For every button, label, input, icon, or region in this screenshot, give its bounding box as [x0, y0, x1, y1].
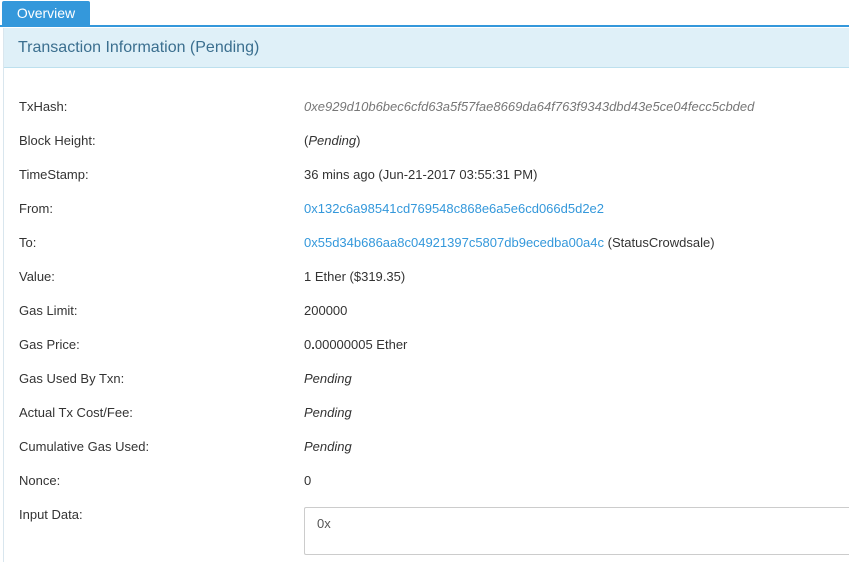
to-label: To:: [19, 235, 37, 250]
value-label: Value:: [19, 269, 55, 284]
tx-cost-value: Pending: [304, 405, 352, 420]
row-txhash: TxHash: 0xe929d10b6bec6cfd63a5f57fae8669…: [4, 98, 849, 132]
block-height-close-paren: ): [356, 133, 361, 148]
gas-used-value: Pending: [304, 371, 352, 386]
nonce-label: Nonce:: [19, 473, 61, 488]
tab-bar: Overview: [0, 0, 849, 27]
row-gas-limit: Gas Limit: 200000: [4, 302, 849, 336]
row-cumulative-gas: Cumulative Gas Used: Pending: [4, 438, 849, 472]
row-nonce: Nonce: 0: [4, 472, 849, 506]
tab-overview[interactable]: Overview: [2, 1, 90, 26]
transaction-panel: Transaction Information (Pending) TxHash…: [3, 28, 849, 562]
to-address-wrap: 0x55d34b686aa8c04921397c5807db9ecedba00a…: [304, 234, 715, 252]
gas-used-label: Gas Used By Txn:: [19, 371, 125, 386]
txhash-label: TxHash:: [19, 99, 68, 114]
timestamp-label: TimeStamp:: [19, 167, 89, 182]
row-value: Value: 1 Ether ($319.35): [4, 268, 849, 302]
cumulative-gas-label: Cumulative Gas Used:: [19, 439, 150, 454]
panel-title: Transaction Information (Pending): [4, 28, 849, 68]
row-from: From: 0x132c6a98541cd769548c868e6a5e6cd0…: [4, 200, 849, 234]
to-address-link[interactable]: 0x55d34b686aa8c04921397c5807db9ecedba00a…: [304, 235, 604, 250]
row-gas-price: Gas Price: 0.00000005 Ether: [4, 336, 849, 370]
row-tx-cost: Actual Tx Cost/Fee: Pending: [4, 404, 849, 438]
gas-price-value: 0.00000005 Ether: [304, 336, 407, 354]
gas-price-label: Gas Price:: [19, 337, 80, 352]
row-block-height: Block Height: (Pending): [4, 132, 849, 166]
value-amount: 1 Ether ($319.35): [304, 269, 406, 284]
gas-price-fraction: 00000005 Ether: [314, 337, 408, 352]
gas-limit-value: 200000: [304, 303, 348, 318]
tx-cost-label: Actual Tx Cost/Fee:: [19, 405, 133, 420]
block-height-value: (Pending): [304, 132, 360, 150]
from-label: From:: [19, 201, 53, 216]
from-address-wrap: 0x132c6a98541cd769548c868e6a5e6cd066d5d2…: [304, 200, 604, 218]
block-height-status: Pending: [308, 133, 357, 148]
block-height-label: Block Height:: [19, 133, 96, 148]
row-to: To: 0x55d34b686aa8c04921397c5807db9ecedb…: [4, 234, 849, 268]
input-data-label: Input Data:: [19, 507, 83, 522]
gas-limit-label: Gas Limit:: [19, 303, 78, 318]
row-timestamp: TimeStamp: 36 mins ago (Jun-21-2017 03:5…: [4, 166, 849, 200]
to-contract-name: (StatusCrowdsale): [607, 235, 715, 250]
from-address-link[interactable]: 0x132c6a98541cd769548c868e6a5e6cd066d5d2…: [304, 201, 604, 216]
timestamp-value: 36 mins ago (Jun-21-2017 03:55:31 PM): [304, 167, 538, 182]
row-gas-used: Gas Used By Txn: Pending: [4, 370, 849, 404]
input-data-textarea[interactable]: 0x: [304, 507, 849, 555]
nonce-value: 0: [304, 473, 312, 488]
cumulative-gas-value: Pending: [304, 439, 352, 454]
txhash-value: 0xe929d10b6bec6cfd63a5f57fae8669da64f763…: [304, 99, 755, 114]
